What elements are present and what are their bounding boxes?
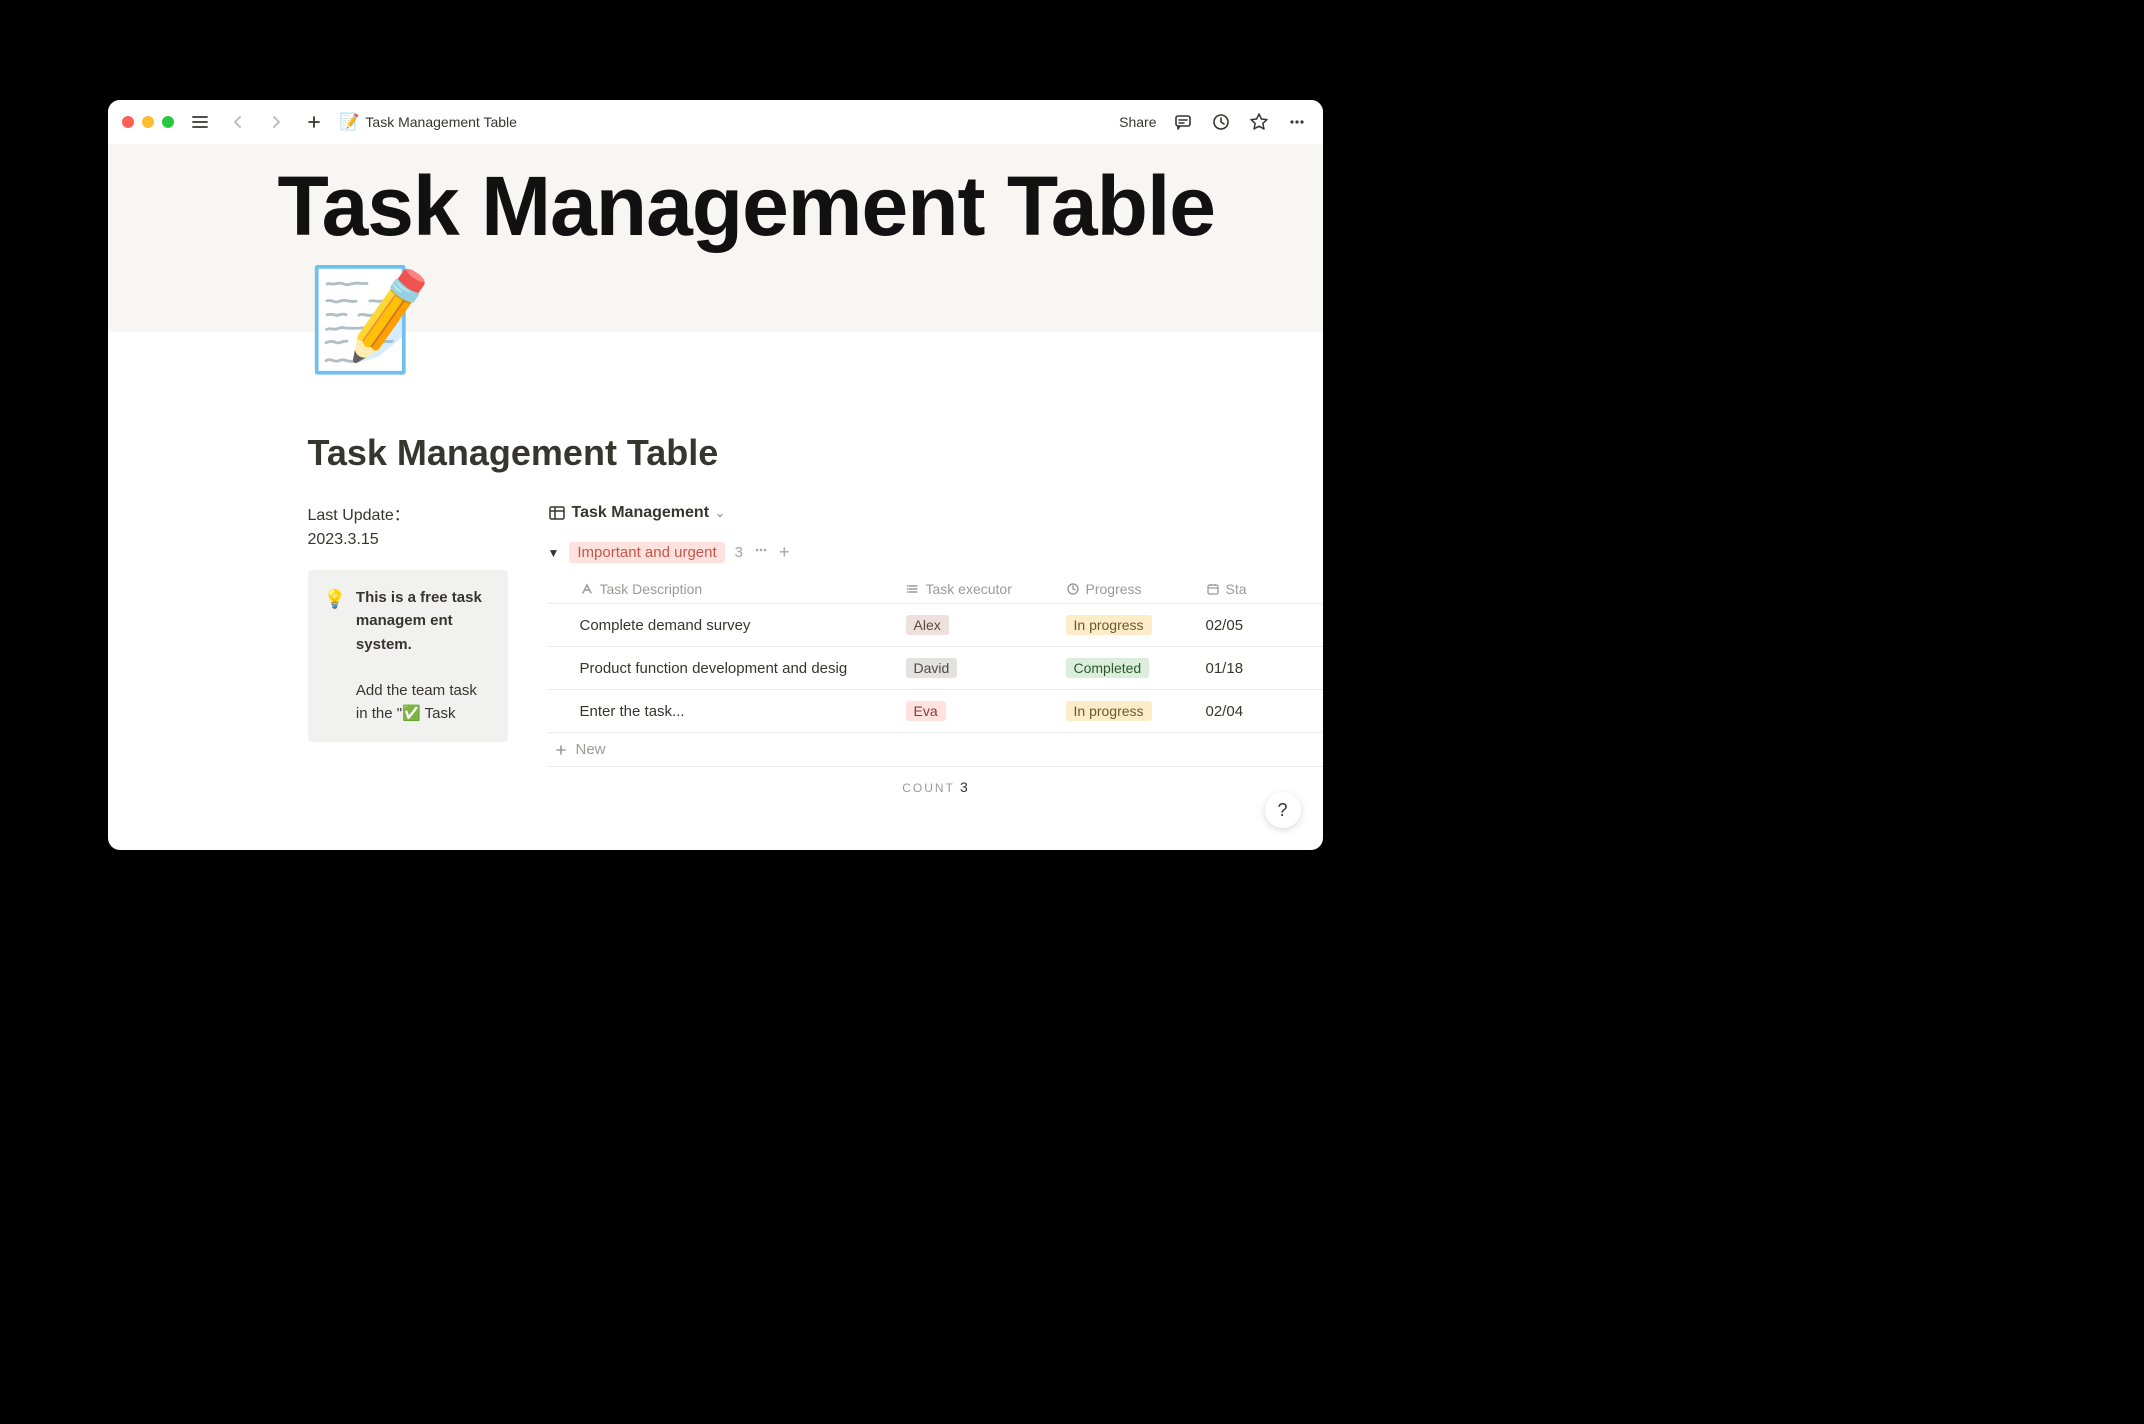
cell-progress[interactable]: Completed [1058,658,1198,678]
breadcrumb[interactable]: 📝 Task Management Table [340,112,517,132]
new-page-icon[interactable] [302,110,326,134]
favorite-star-icon[interactable] [1247,110,1271,134]
cell-executor[interactable]: David [898,658,1058,678]
cell-progress[interactable]: In progress [1058,701,1198,721]
database-view-tab[interactable]: Task Management ⌄ [548,504,1323,522]
group-count: 3 [735,544,743,561]
database-view-name: Task Management [572,504,710,522]
column-header-description[interactable]: Task Description [548,581,898,597]
database-table: Task Description Task executor Progress [548,575,1323,795]
new-row-button[interactable]: New [548,733,1323,767]
callout-block: 💡 This is a free task managem ent system… [308,570,508,742]
table-row[interactable]: Enter the task... Eva In progress 02/04 [548,690,1323,733]
title-property-icon [580,582,594,596]
progress-tag: Completed [1066,658,1150,678]
page-title[interactable]: Task Management Table [308,432,1323,474]
titlebar: 📝 Task Management Table Share [108,100,1323,144]
history-clock-icon[interactable] [1209,110,1233,134]
executor-tag: Eva [906,701,946,721]
column-header-progress[interactable]: Progress [1058,581,1198,597]
cell-executor[interactable]: Eva [898,701,1058,721]
progress-tag: In progress [1066,701,1152,721]
comments-icon[interactable] [1171,110,1195,134]
status-property-icon [1066,582,1080,596]
count-label: COUNT [902,781,954,795]
executor-tag: Alex [906,615,949,635]
executor-tag: David [906,658,958,678]
group-label-tag[interactable]: Important and urgent [569,542,724,563]
cell-date[interactable]: 01/18 [1198,660,1278,677]
page-content: Task Management Table Last Update： 2023.… [108,332,1323,850]
cell-executor[interactable]: Alex [898,615,1058,635]
column-header-date[interactable]: Sta [1198,581,1278,597]
group-collapse-toggle[interactable]: ▼ [548,546,560,560]
cell-progress[interactable]: In progress [1058,615,1198,635]
cell-date[interactable]: 02/05 [1198,617,1278,634]
group-more-icon[interactable] [753,542,769,563]
last-update-value: 2023.3.15 [308,528,508,552]
hamburger-menu-icon[interactable] [188,110,212,134]
multiselect-property-icon [906,582,920,596]
cell-description[interactable]: Enter the task... [548,703,898,720]
breadcrumb-emoji-icon: 📝 [340,112,360,132]
last-update-block: Last Update： 2023.3.15 [308,504,508,552]
minimize-window-button[interactable] [142,116,154,128]
cover-title: Task Management Table [108,144,1323,248]
table-header-row: Task Description Task executor Progress [548,575,1323,604]
date-property-icon [1206,582,1220,596]
column-header-executor[interactable]: Task executor [898,581,1058,597]
callout-bold-text: This is a free task managem ent system. [356,589,482,653]
cell-description[interactable]: Complete demand survey [548,617,898,634]
cell-date[interactable]: 02/04 [1198,703,1278,720]
app-window: 📝 Task Management Table Share Task Manag… [108,100,1323,850]
chevron-down-icon[interactable]: ⌄ [715,506,725,520]
breadcrumb-title: Task Management Table [365,114,517,130]
bulb-icon: 💡 [324,586,346,726]
table-row[interactable]: Product function development and desig Da… [548,647,1323,690]
traffic-lights [122,116,174,128]
table-row[interactable]: Complete demand survey Alex In progress 02/… [548,604,1323,647]
plus-icon [554,743,568,757]
maximize-window-button[interactable] [162,116,174,128]
database-block: Task Management ⌄ ▼ Important and urgent… [548,504,1323,795]
count-value: 3 [960,779,968,795]
page-cover: Task Management Table [108,144,1323,332]
group-add-icon[interactable]: + [779,542,790,563]
nav-forward-icon[interactable] [264,110,288,134]
group-header: ▼ Important and urgent 3 + [548,542,1323,563]
share-button[interactable]: Share [1119,114,1156,130]
table-icon [548,504,566,522]
more-menu-icon[interactable] [1285,110,1309,134]
last-update-label: Last Update： [308,504,508,528]
progress-tag: In progress [1066,615,1152,635]
cell-description[interactable]: Product function development and desig [548,660,898,677]
help-button[interactable]: ? [1265,792,1301,828]
nav-back-icon[interactable] [226,110,250,134]
table-footer: COUNT 3 [548,767,1323,795]
left-column: Last Update： 2023.3.15 💡 This is a free … [308,504,508,795]
close-window-button[interactable] [122,116,134,128]
page-icon[interactable]: 📝 [308,270,428,390]
callout-body-text: Add the team task in the "✅ Task [356,682,477,722]
